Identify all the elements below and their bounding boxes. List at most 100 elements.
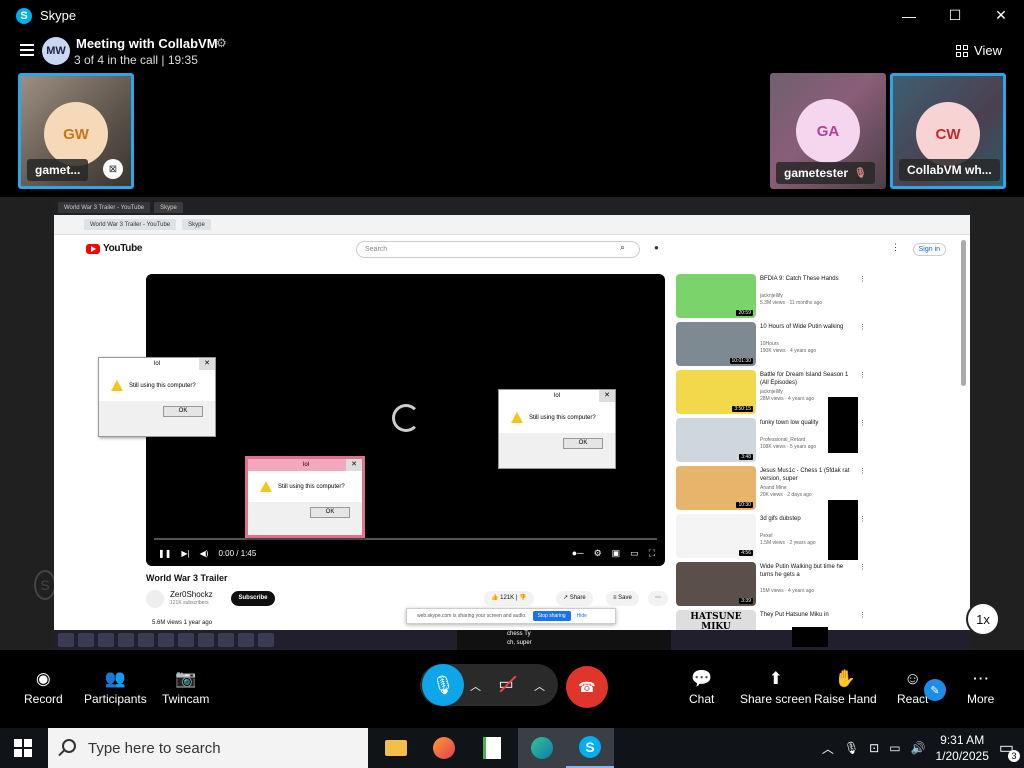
video-thumbnail[interactable]: 3:50:15: [676, 370, 756, 414]
theater-icon[interactable]: ▭: [630, 548, 639, 559]
mic-icon[interactable]: ●: [654, 243, 659, 252]
remote-app-icon[interactable]: [258, 633, 274, 647]
remote-start-icon[interactable]: [58, 633, 74, 647]
playback-speed-button[interactable]: 1x: [966, 602, 1000, 636]
volume-icon[interactable]: ◀): [200, 549, 209, 558]
maximize-button[interactable]: ☐: [932, 0, 978, 31]
microphone-button[interactable]: 🎙: [422, 664, 464, 706]
pen-icon[interactable]: ✎: [924, 679, 946, 701]
menu-icon[interactable]: [20, 44, 34, 56]
tray-overflow-chevron-icon[interactable]: ︿: [822, 740, 834, 757]
share-button[interactable]: ↗ Share: [556, 591, 593, 606]
network-tray-icon[interactable]: ⊡: [869, 741, 879, 755]
warning-dialog[interactable]: lol ✕ Still using this computer? OK: [498, 389, 616, 469]
more-icon[interactable]: ⋮: [859, 323, 866, 331]
meeting-avatar[interactable]: MW: [42, 37, 70, 65]
more-icon[interactable]: ⋮: [859, 563, 866, 571]
skype-taskbar-icon[interactable]: S: [566, 728, 614, 768]
twincam-button[interactable]: 📷 Twincam: [162, 666, 209, 706]
warning-dialog[interactable]: lol ✕ Still using this computer? OK: [245, 456, 365, 538]
warning-dialog[interactable]: lol ✕ Still using this computer? OK: [98, 357, 216, 437]
remote-app-icon[interactable]: [158, 633, 174, 647]
recommendation-item[interactable]: 3:39 Wide Putin Walking but time he turns…: [676, 562, 866, 610]
recommendation-item[interactable]: 20:59 BFDIA 9: Catch These Hands jacknjell…: [676, 274, 866, 322]
close-icon[interactable]: ✕: [599, 390, 615, 402]
remote-app-icon[interactable]: [138, 633, 154, 647]
participants-button[interactable]: 👥 Participants: [84, 666, 147, 706]
miniplayer-icon[interactable]: ▣: [612, 548, 621, 559]
camera-options-chevron-icon[interactable]: ︿: [534, 678, 545, 694]
subscribe-button[interactable]: Subscribe: [231, 591, 275, 606]
browser-tab[interactable]: World War 3 Trailer - YouTube: [84, 219, 177, 230]
more-icon[interactable]: ⋮: [859, 467, 866, 475]
participant-tile-gw[interactable]: GW gamet... ⊠: [18, 73, 134, 189]
share-screen-button[interactable]: ⬆ Share screen: [740, 666, 811, 706]
shared-screen[interactable]: World War 3 Trailer - YouTube Skype Worl…: [54, 200, 970, 650]
video-thumbnail[interactable]: 10:30: [676, 466, 756, 510]
stop-sharing-button[interactable]: Stop sharing: [532, 611, 571, 621]
more-button[interactable]: ⋯ More: [967, 666, 994, 706]
ok-button[interactable]: OK: [163, 405, 203, 417]
close-button[interactable]: ✕: [978, 0, 1024, 31]
browser-tab[interactable]: Skype: [154, 202, 183, 213]
volume-tray-icon[interactable]: 🔊: [911, 741, 926, 755]
ok-button[interactable]: OK: [310, 506, 350, 518]
windows-start-icon[interactable]: [14, 739, 32, 757]
like-button[interactable]: 👍 121K | 👎: [484, 591, 534, 606]
mic-options-chevron-icon[interactable]: ︿: [470, 678, 481, 694]
participant-tile-cw[interactable]: CW CollabVM wh...: [890, 73, 1006, 189]
fullscreen-icon[interactable]: ⛶: [649, 548, 655, 559]
display-tray-icon[interactable]: ▭: [889, 741, 900, 755]
sign-in-button[interactable]: Sign in: [912, 243, 946, 256]
notifications-icon[interactable]: ▭ 3: [999, 738, 1020, 762]
browser-tab[interactable]: Skype: [182, 219, 211, 230]
firefox-icon[interactable]: [420, 728, 468, 768]
remote-app-icon[interactable]: [218, 633, 234, 647]
more-actions-button[interactable]: ⋯: [648, 591, 668, 606]
notepad-icon[interactable]: [468, 728, 516, 768]
remote-app-icon[interactable]: [238, 633, 254, 647]
close-icon[interactable]: ✕: [346, 459, 362, 471]
minimize-button[interactable]: —: [886, 0, 932, 31]
recommendation-item[interactable]: 10:01:30 10 Hours of Wide Putin walking 10…: [676, 322, 866, 370]
video-thumbnail[interactable]: 20:59: [676, 274, 756, 318]
microphone-tray-icon[interactable]: 🎙: [844, 741, 859, 755]
search-icon[interactable]: ⌕: [620, 242, 625, 253]
settings-icon[interactable]: ⚙: [594, 548, 602, 559]
taskbar-search-input[interactable]: Type here to search: [48, 728, 368, 768]
video-thumbnail[interactable]: 3:48: [676, 418, 756, 462]
file-explorer-icon[interactable]: [372, 728, 420, 768]
youtube-logo[interactable]: YouTube: [86, 243, 143, 254]
browser-tab[interactable]: World War 3 Trailer - YouTube: [58, 202, 151, 213]
remote-app-icon[interactable]: [118, 633, 134, 647]
more-icon[interactable]: ⋮: [859, 515, 866, 523]
save-button[interactable]: ≡ Save: [606, 591, 639, 606]
autoplay-toggle-icon[interactable]: ●─: [572, 548, 584, 559]
remote-app-icon[interactable]: [198, 633, 214, 647]
scrollbar[interactable]: [961, 240, 966, 386]
remote-app-icon[interactable]: [98, 633, 114, 647]
video-thumbnail[interactable]: 10:01:30: [676, 322, 756, 366]
more-icon[interactable]: ⋮: [891, 242, 900, 253]
gear-icon[interactable]: ⚙: [216, 36, 227, 50]
next-icon[interactable]: ▶|: [181, 549, 189, 558]
video-thumbnail[interactable]: 4:56: [676, 514, 756, 558]
more-icon[interactable]: ⋮: [859, 371, 866, 379]
close-icon[interactable]: ✕: [199, 358, 215, 370]
edge-icon[interactable]: [518, 728, 566, 768]
pause-icon[interactable]: ❚❚: [158, 549, 171, 558]
channel-name[interactable]: Zer0Shockz: [170, 590, 213, 599]
more-icon[interactable]: ⋮: [859, 611, 866, 619]
ok-button[interactable]: OK: [563, 437, 603, 449]
meeting-title[interactable]: Meeting with CollabVM: [76, 36, 218, 51]
clock[interactable]: 9:31 AM 1/20/2025: [935, 732, 988, 764]
record-button[interactable]: ◉ Record: [24, 666, 63, 706]
hang-up-button[interactable]: ☎: [566, 666, 608, 708]
view-button[interactable]: View: [956, 43, 1002, 58]
more-icon[interactable]: ⋮: [859, 419, 866, 427]
chat-button[interactable]: 💬 Chat: [689, 666, 714, 706]
more-icon[interactable]: ⋮: [859, 275, 866, 283]
video-thumbnail[interactable]: 3:39: [676, 562, 756, 606]
youtube-search-input[interactable]: Search: [356, 241, 640, 258]
hide-link[interactable]: Hide: [577, 613, 587, 619]
